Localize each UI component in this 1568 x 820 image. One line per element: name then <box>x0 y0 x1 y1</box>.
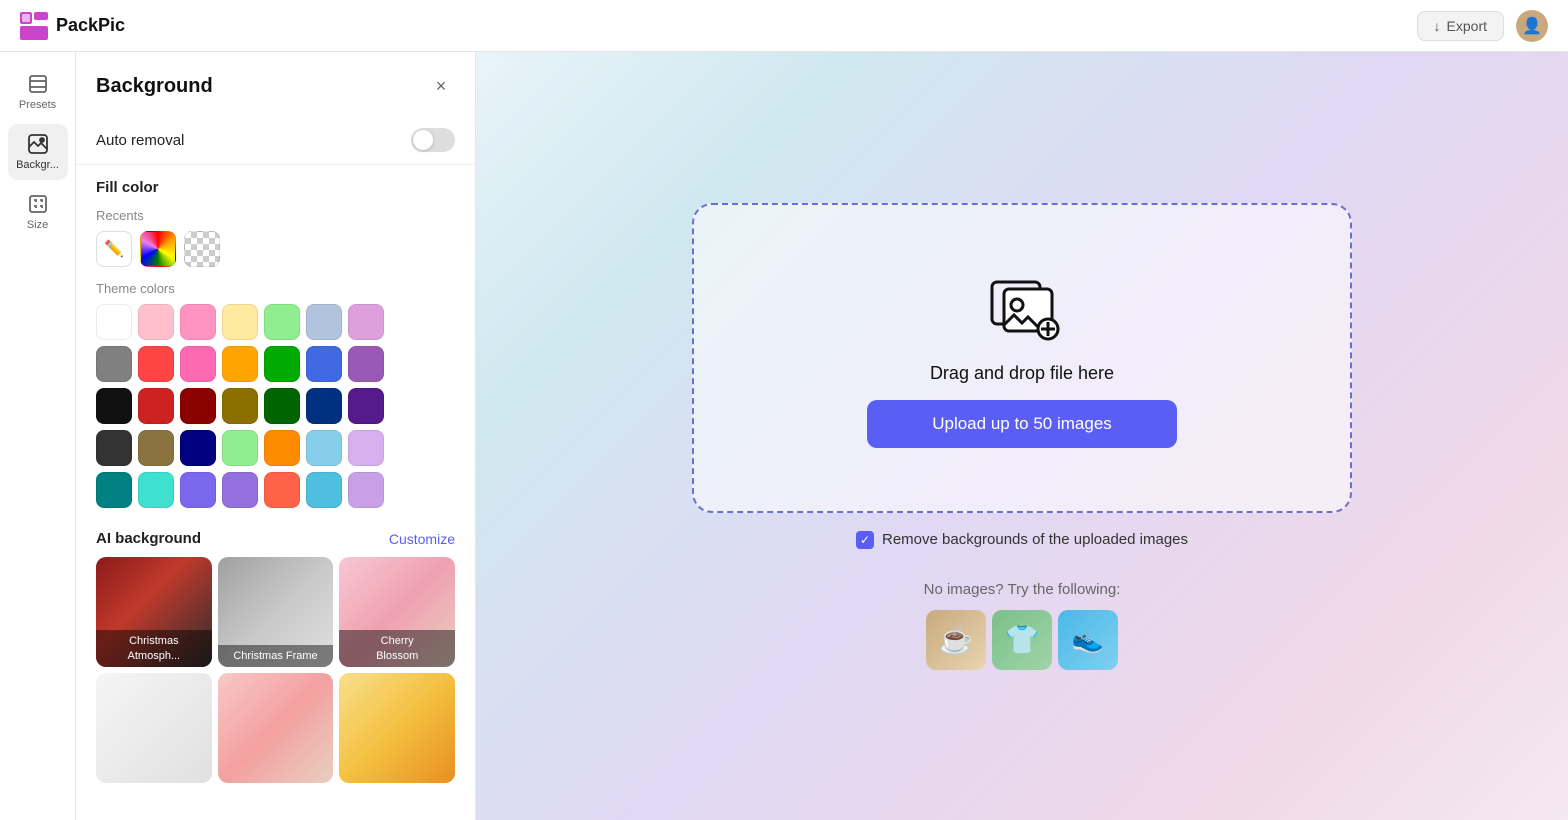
sidebar-item-presets[interactable]: Presets <box>8 64 68 120</box>
color-cell-23[interactable] <box>180 430 216 466</box>
sample-image-shirt[interactable]: 👕 <box>992 610 1052 670</box>
color-cell-21[interactable] <box>96 430 132 466</box>
color-cell-9[interactable] <box>180 346 216 382</box>
panel: Background × Auto removal Fill color Rec… <box>76 52 476 820</box>
ai-item-cherry-blossom[interactable]: CherryBlossom <box>339 557 455 667</box>
canvas-area: Drag and drop file here Upload up to 50 … <box>476 52 1568 820</box>
close-button[interactable]: × <box>427 72 455 100</box>
ai-grid: ChristmasAtmosph... Christmas Frame Cher… <box>76 557 475 795</box>
color-cell-8[interactable] <box>138 346 174 382</box>
remove-bg-label: Remove backgrounds of the uploaded image… <box>882 531 1188 548</box>
remove-bg-checkbox[interactable]: ✓ <box>856 531 874 549</box>
gradient-swatch[interactable] <box>140 231 176 267</box>
auto-removal-label: Auto removal <box>96 132 184 149</box>
color-cell-30[interactable] <box>180 472 216 508</box>
pen-tool-swatch[interactable]: ✏️ <box>96 231 132 267</box>
color-cell-7[interactable] <box>96 346 132 382</box>
color-cell-3[interactable] <box>222 304 258 340</box>
ai-item-label-christmas-frame: Christmas Frame <box>218 645 334 667</box>
no-images-text: No images? Try the following: <box>924 581 1121 598</box>
color-cell-28[interactable] <box>96 472 132 508</box>
panel-title: Background <box>96 75 213 98</box>
ai-item-row2-2[interactable] <box>218 673 334 783</box>
color-cell-31[interactable] <box>222 472 258 508</box>
ai-item-christmas-frame[interactable]: Christmas Frame <box>218 557 334 667</box>
color-cell-16[interactable] <box>180 388 216 424</box>
auto-removal-toggle[interactable] <box>411 128 455 152</box>
color-cell-12[interactable] <box>306 346 342 382</box>
checkbox-row: ✓ Remove backgrounds of the uploaded ima… <box>856 531 1188 549</box>
export-icon: ↓ <box>1434 18 1441 34</box>
color-cell-25[interactable] <box>264 430 300 466</box>
color-grid <box>76 304 475 520</box>
color-cell-13[interactable] <box>348 346 384 382</box>
color-cell-26[interactable] <box>306 430 342 466</box>
ai-item-row2-1[interactable] <box>96 673 212 783</box>
icon-rail: Presets Backgr... Size <box>0 52 76 820</box>
ai-item-christmas-atmo[interactable]: ChristmasAtmosph... <box>96 557 212 667</box>
color-cell-11[interactable] <box>264 346 300 382</box>
transparent-swatch[interactable] <box>184 231 220 267</box>
presets-label: Presets <box>19 99 56 111</box>
color-cell-15[interactable] <box>138 388 174 424</box>
size-label: Size <box>27 219 48 231</box>
color-cell-5[interactable] <box>306 304 342 340</box>
color-cell-17[interactable] <box>222 388 258 424</box>
drop-zone[interactable]: Drag and drop file here Upload up to 50 … <box>692 203 1352 513</box>
auto-removal-row: Auto removal <box>76 116 475 165</box>
color-cell-2[interactable] <box>180 304 216 340</box>
customize-link[interactable]: Customize <box>389 531 455 547</box>
export-button[interactable]: ↓ Export <box>1417 11 1504 41</box>
logo-text: PackPic <box>56 15 125 36</box>
main-container: Presets Backgr... Size Background × Auto <box>0 52 1568 820</box>
ai-item-label-cherry-blossom: CherryBlossom <box>339 630 455 667</box>
ai-item-row2-3[interactable] <box>339 673 455 783</box>
recents-label: Recents <box>76 204 475 231</box>
color-cell-6[interactable] <box>348 304 384 340</box>
sample-image-shoe[interactable]: 👟 <box>1058 610 1118 670</box>
layers-icon <box>27 73 49 95</box>
color-cell-22[interactable] <box>138 430 174 466</box>
color-cell-19[interactable] <box>306 388 342 424</box>
drop-zone-icon <box>982 267 1062 347</box>
color-cell-33[interactable] <box>306 472 342 508</box>
color-cell-24[interactable] <box>222 430 258 466</box>
color-cell-0[interactable] <box>96 304 132 340</box>
header-right: ↓ Export 👤 <box>1417 10 1548 42</box>
panel-header: Background × <box>76 52 475 116</box>
color-cell-10[interactable] <box>222 346 258 382</box>
color-cell-27[interactable] <box>348 430 384 466</box>
avatar[interactable]: 👤 <box>1516 10 1548 42</box>
fill-color-header: Fill color <box>76 165 475 204</box>
ai-bg-label: AI background <box>96 530 201 547</box>
sample-images: ☕ 👕 👟 <box>926 610 1118 670</box>
color-cell-32[interactable] <box>264 472 300 508</box>
color-cell-20[interactable] <box>348 388 384 424</box>
color-cell-18[interactable] <box>264 388 300 424</box>
header: PackPic ↓ Export 👤 <box>0 0 1568 52</box>
color-cell-4[interactable] <box>264 304 300 340</box>
color-cell-34[interactable] <box>348 472 384 508</box>
recents-row: ✏️ <box>76 231 475 277</box>
ai-item-label-christmas-atmo: ChristmasAtmosph... <box>96 630 212 667</box>
color-cell-1[interactable] <box>138 304 174 340</box>
sidebar-item-size[interactable]: Size <box>8 184 68 240</box>
size-icon <box>27 193 49 215</box>
ai-bg-header: AI background Customize <box>76 520 475 557</box>
export-label: Export <box>1447 18 1487 34</box>
color-cell-29[interactable] <box>138 472 174 508</box>
color-cell-14[interactable] <box>96 388 132 424</box>
drag-drop-text: Drag and drop file here <box>930 363 1114 384</box>
logo: PackPic <box>20 12 125 40</box>
sample-image-coffee[interactable]: ☕ <box>926 610 986 670</box>
sidebar-item-background[interactable]: Backgr... <box>8 124 68 180</box>
background-icon <box>27 133 49 155</box>
background-label: Backgr... <box>16 159 59 171</box>
upload-button[interactable]: Upload up to 50 images <box>867 400 1177 448</box>
theme-colors-label: Theme colors <box>76 277 475 304</box>
logo-icon <box>20 12 48 40</box>
